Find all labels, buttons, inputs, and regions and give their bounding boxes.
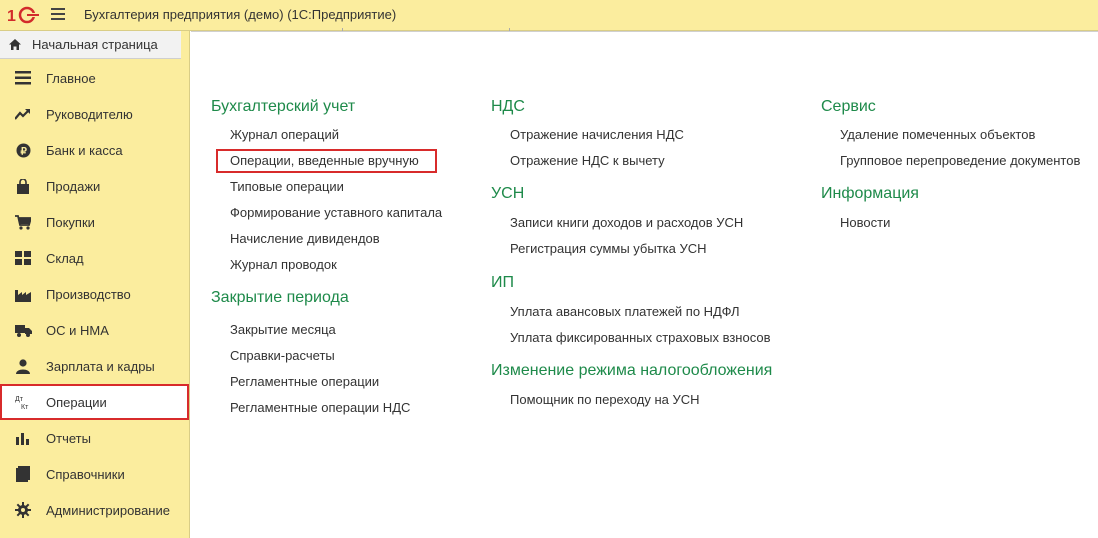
shopping-bag-icon bbox=[14, 177, 32, 195]
link-usn-loss[interactable]: Регистрация суммы убытка УСН bbox=[491, 236, 772, 262]
sidebar-item-label: Покупки bbox=[46, 214, 95, 230]
1c-logo-icon[interactable]: 1 bbox=[7, 6, 41, 24]
section-title-service: Сервис bbox=[821, 98, 876, 115]
link-calculation-notes[interactable]: Справки-расчеты bbox=[211, 343, 442, 369]
sidebar-item-label: Продажи bbox=[46, 178, 101, 194]
sidebar-item-main[interactable]: Главное bbox=[0, 60, 190, 96]
sidebar-item-label: Склад bbox=[46, 250, 84, 266]
svg-text:1: 1 bbox=[7, 8, 16, 24]
trend-up-icon bbox=[14, 105, 32, 123]
sidebar-item-salary[interactable]: Зарплата и кадры bbox=[0, 348, 190, 384]
svg-text:Кт: Кт bbox=[21, 404, 29, 411]
section-panel: Бухгалтерский учет Журнал операций Опера… bbox=[191, 31, 1098, 538]
link-delete-marked-objects[interactable]: Удаление помеченных объектов bbox=[821, 122, 1080, 148]
title-bar: 1 Бухгалтерия предприятия (демо) (1С:Пре… bbox=[0, 0, 1098, 31]
section-title-accounting: Бухгалтерский учет bbox=[211, 98, 356, 115]
link-dividends[interactable]: Начисление дивидендов bbox=[211, 226, 442, 252]
link-usn-transition-assistant[interactable]: Помощник по переходу на УСН bbox=[491, 387, 772, 413]
book-icon bbox=[14, 465, 32, 483]
svg-text:₽: ₽ bbox=[20, 146, 27, 157]
cart-icon bbox=[14, 213, 32, 231]
column-taxes: НДС Отражение начисления НДС Отражение Н… bbox=[491, 96, 772, 413]
sidebar-item-catalogs[interactable]: Справочники bbox=[0, 456, 190, 492]
sidebar-section-list: Главное Руководителю ₽ Банк и касса Прод… bbox=[0, 60, 190, 528]
link-ndfl-advance[interactable]: Уплата авансовых платежей по НДФЛ bbox=[491, 299, 772, 325]
link-entries-journal[interactable]: Журнал проводок bbox=[211, 252, 442, 278]
sidebar-item-label: Главное bbox=[46, 70, 96, 86]
link-authorized-capital[interactable]: Формирование уставного капитала bbox=[211, 200, 442, 226]
home-tab-label: Начальная страница bbox=[32, 37, 158, 52]
link-operations-journal[interactable]: Журнал операций bbox=[211, 122, 442, 148]
section-title-information: Информация bbox=[821, 185, 919, 202]
sidebar-item-operations[interactable]: Дт Кт Операции bbox=[0, 384, 189, 420]
gear-icon bbox=[14, 501, 32, 519]
menu-lines-icon bbox=[14, 69, 32, 87]
section-title-ip: ИП bbox=[491, 274, 514, 291]
ruble-coin-icon: ₽ bbox=[14, 141, 32, 159]
home-icon bbox=[9, 39, 21, 50]
section-title-vat: НДС bbox=[491, 98, 525, 115]
sidebar-item-fixed-assets[interactable]: ОС и НМА bbox=[0, 312, 190, 348]
link-routine-operations[interactable]: Регламентные операции bbox=[211, 369, 442, 395]
app-title: Бухгалтерия предприятия (демо) (1С:Предп… bbox=[84, 7, 397, 22]
link-usn-income-book[interactable]: Записи книги доходов и расходов УСН bbox=[491, 210, 772, 236]
warehouse-grid-icon bbox=[14, 249, 32, 267]
debit-credit-icon: Дт Кт bbox=[14, 393, 32, 411]
sidebar-item-sales[interactable]: Продажи bbox=[0, 168, 190, 204]
sidebar-item-label: Зарплата и кадры bbox=[46, 358, 155, 374]
sidebar-item-label: Администрирование bbox=[46, 502, 170, 518]
sidebar-item-label: Операции bbox=[46, 394, 107, 410]
link-manual-operations[interactable]: Операции, введенные вручную bbox=[216, 149, 437, 173]
sidebar-item-warehouse[interactable]: Склад bbox=[0, 240, 190, 276]
sidebar-item-bank[interactable]: ₽ Банк и касса bbox=[0, 132, 190, 168]
link-fixed-insurance[interactable]: Уплата фиксированных страховых взносов bbox=[491, 325, 772, 351]
home-page-tab[interactable]: Начальная страница bbox=[0, 31, 181, 59]
sidebar-item-label: Справочники bbox=[46, 466, 125, 482]
link-routine-vat-operations[interactable]: Регламентные операции НДС bbox=[211, 395, 442, 421]
link-group-reposting[interactable]: Групповое перепроведение документов bbox=[821, 148, 1080, 174]
sidebar-item-label: Производство bbox=[46, 286, 131, 302]
column-service: Сервис Удаление помеченных объектов Груп… bbox=[821, 96, 1080, 236]
bar-chart-icon bbox=[14, 429, 32, 447]
sidebar-item-label: Банк и касса bbox=[46, 142, 123, 158]
section-title-period-closing: Закрытие периода bbox=[211, 289, 349, 306]
sidebar-item-label: Руководителю bbox=[46, 106, 133, 122]
link-news[interactable]: Новости bbox=[821, 210, 1080, 236]
sidebar-item-label: ОС и НМА bbox=[46, 322, 109, 338]
link-vat-accrual[interactable]: Отражение начисления НДС bbox=[491, 122, 772, 148]
sidebar: Начальная страница Главное Руководителю … bbox=[0, 31, 190, 538]
link-vat-deduction[interactable]: Отражение НДС к вычету bbox=[491, 148, 772, 174]
section-title-tax-mode-change: Изменение режима налогообложения bbox=[491, 362, 773, 379]
sidebar-item-administration[interactable]: Администрирование bbox=[0, 492, 190, 528]
sidebar-item-label: Отчеты bbox=[46, 430, 91, 446]
link-month-closing[interactable]: Закрытие месяца bbox=[211, 317, 442, 343]
person-icon bbox=[14, 357, 32, 375]
sidebar-item-purchases[interactable]: Покупки bbox=[0, 204, 190, 240]
sidebar-item-manager[interactable]: Руководителю bbox=[0, 96, 190, 132]
sidebar-item-reports[interactable]: Отчеты bbox=[0, 420, 190, 456]
column-accounting: Бухгалтерский учет Журнал операций Опера… bbox=[211, 96, 442, 421]
sidebar-item-production[interactable]: Производство bbox=[0, 276, 190, 312]
svg-text:Дт: Дт bbox=[15, 396, 24, 403]
factory-icon bbox=[14, 285, 32, 303]
section-title-usn: УСН bbox=[491, 185, 525, 202]
main-menu-icon[interactable] bbox=[51, 8, 65, 22]
link-standard-operations[interactable]: Типовые операции bbox=[211, 174, 442, 200]
truck-icon bbox=[14, 321, 32, 339]
